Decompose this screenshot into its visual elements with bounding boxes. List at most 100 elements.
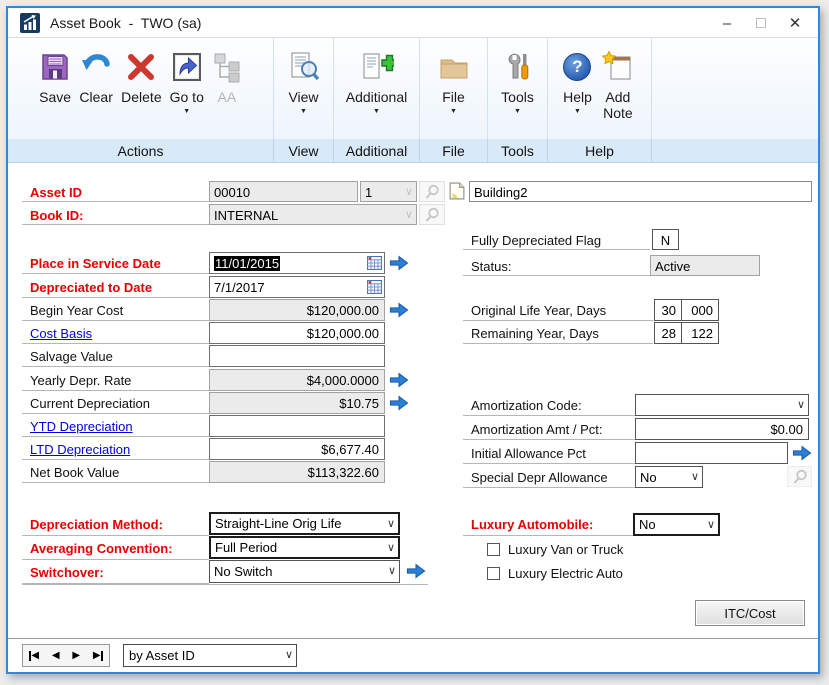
goto-button[interactable]: Go to ▼ bbox=[166, 43, 208, 139]
toolbar-group-view: View ▼ bbox=[274, 38, 334, 139]
cost-basis-field[interactable]: $120,000.00 bbox=[209, 322, 385, 344]
app-chart-icon bbox=[20, 13, 40, 33]
ytd-depreciation-link[interactable]: YTD Depreciation bbox=[30, 419, 133, 434]
help-button-label: Help bbox=[563, 89, 592, 105]
cost-basis-label[interactable]: Cost Basis bbox=[22, 322, 209, 344]
help-button[interactable]: ? Help ▼ bbox=[559, 43, 596, 139]
additional-button[interactable]: Additional ▼ bbox=[342, 43, 412, 139]
file-button[interactable]: File ▼ bbox=[433, 43, 475, 139]
begin-year-cost-arrow-button[interactable] bbox=[388, 302, 410, 321]
original-life-years-field[interactable]: 30 bbox=[654, 299, 682, 321]
asset-id-field: 00010 bbox=[209, 181, 358, 202]
group-label-tools: Tools bbox=[488, 139, 548, 162]
add-note-button[interactable]: Add Note bbox=[596, 43, 640, 139]
nav-last-button[interactable]: ▶ bbox=[93, 650, 103, 661]
luxury-van-label: Luxury Van or Truck bbox=[508, 542, 623, 557]
switchover-arrow-button[interactable] bbox=[405, 563, 427, 582]
cost-basis-link[interactable]: Cost Basis bbox=[30, 326, 92, 341]
ltd-depreciation-field[interactable]: $6,677.40 bbox=[209, 438, 385, 460]
help-question-glyph: ? bbox=[572, 57, 582, 77]
view-chevron-down-icon: ▼ bbox=[300, 107, 307, 116]
special-depr-chevron-icon[interactable]: ∨ bbox=[691, 470, 699, 483]
remaining-life-days-field[interactable]: 122 bbox=[681, 322, 719, 344]
save-button-label: Save bbox=[39, 89, 71, 105]
current-depreciation-label: Current Depreciation bbox=[22, 392, 209, 414]
fully-depreciated-flag-field: N bbox=[652, 229, 679, 250]
begin-year-cost-label: Begin Year Cost bbox=[22, 299, 209, 321]
ytd-depreciation-field[interactable] bbox=[209, 415, 385, 437]
nav-first-button[interactable]: ◀ bbox=[29, 650, 39, 661]
current-depreciation-arrow-button[interactable] bbox=[388, 395, 410, 414]
itc-cost-button[interactable]: ITC/Cost bbox=[695, 600, 805, 626]
depreciated-to-date-field[interactable]: 7/1/2017 bbox=[209, 276, 385, 298]
tools-button[interactable]: Tools ▼ bbox=[497, 43, 538, 139]
luxury-van-checkbox[interactable] bbox=[487, 543, 500, 556]
special-depr-allowance-select[interactable]: No ∨ bbox=[635, 466, 703, 488]
luxury-automobile-select[interactable]: No ∨ bbox=[633, 513, 720, 536]
place-expansion-arrow-button[interactable] bbox=[388, 255, 410, 274]
toolbar-buttons-row: Save Clear bbox=[8, 38, 818, 139]
toolbar-group-actions: Save Clear bbox=[8, 38, 274, 139]
place-in-service-field[interactable]: 11/01/2015 bbox=[209, 252, 385, 274]
special-depr-lookup-button bbox=[787, 466, 812, 487]
toolbar-group-help: ? Help ▼ Add Note bbox=[548, 38, 652, 139]
help-icon: ? bbox=[563, 45, 591, 89]
maximize-icon bbox=[756, 18, 766, 28]
averaging-convention-chevron-icon[interactable]: ∨ bbox=[387, 541, 395, 554]
initial-allowance-arrow-button[interactable] bbox=[791, 445, 813, 464]
book-lookup-magnifier-icon bbox=[424, 207, 440, 223]
luxury-electric-label: Luxury Electric Auto bbox=[508, 566, 623, 581]
salvage-value-field[interactable] bbox=[209, 345, 385, 367]
depreciated-calendar-icon[interactable] bbox=[367, 280, 382, 297]
switchover-chevron-icon[interactable]: ∨ bbox=[388, 564, 396, 577]
sort-by-select[interactable]: by Asset ID ∨ bbox=[123, 644, 297, 667]
minimize-button[interactable]: – bbox=[710, 9, 744, 37]
luxury-automobile-chevron-icon[interactable]: ∨ bbox=[707, 518, 715, 531]
window-title: Asset Book - TWO (sa) bbox=[50, 15, 201, 31]
yearly-depr-rate-arrow-button[interactable] bbox=[388, 372, 410, 391]
ytd-depreciation-label[interactable]: YTD Depreciation bbox=[22, 415, 209, 437]
original-life-days-field[interactable]: 000 bbox=[681, 299, 719, 321]
asset-suffix-field: 1 ∨ bbox=[360, 181, 417, 202]
toolbar-group-labels: Actions View Additional File Tools Help bbox=[8, 139, 818, 163]
file-button-label: File bbox=[442, 89, 465, 105]
depreciated-to-date-value[interactable]: 7/1/2017 bbox=[214, 280, 265, 295]
amortization-code-label: Amortization Code: bbox=[463, 394, 635, 416]
averaging-convention-select[interactable]: Full Period ∨ bbox=[209, 536, 400, 559]
additional-plus-icon bbox=[360, 45, 394, 89]
amortization-code-select[interactable]: ∨ bbox=[635, 394, 809, 416]
amortization-code-chevron-icon[interactable]: ∨ bbox=[797, 398, 805, 411]
delete-button[interactable]: Delete bbox=[117, 43, 165, 139]
remaining-life-years-field[interactable]: 28 bbox=[654, 322, 682, 344]
note-icon[interactable] bbox=[449, 182, 465, 203]
ltd-depreciation-label[interactable]: LTD Depreciation bbox=[22, 438, 209, 460]
view-magnifier-icon bbox=[287, 45, 321, 89]
view-button-label: View bbox=[288, 89, 318, 105]
current-depreciation-field: $10.75 bbox=[209, 392, 385, 414]
depreciated-to-date-label: Depreciated to Date bbox=[22, 276, 209, 298]
nav-previous-button[interactable]: ◀ bbox=[52, 650, 60, 661]
save-button[interactable]: Save bbox=[35, 43, 75, 139]
aa-button: AA bbox=[208, 43, 246, 139]
initial-allowance-label: Initial Allowance Pct bbox=[463, 442, 635, 464]
sort-by-chevron-icon[interactable]: ∨ bbox=[285, 648, 293, 661]
net-book-value-field: $113,322.60 bbox=[209, 461, 385, 483]
amortization-amt-field[interactable]: $0.00 bbox=[635, 418, 809, 440]
place-in-service-value[interactable]: 11/01/2015 bbox=[214, 256, 280, 271]
luxury-electric-checkbox[interactable] bbox=[487, 567, 500, 580]
yearly-depr-rate-label: Yearly Depr. Rate bbox=[22, 369, 209, 391]
clear-button[interactable]: Clear bbox=[75, 43, 117, 139]
file-chevron-down-icon: ▼ bbox=[450, 107, 457, 116]
view-button[interactable]: View ▼ bbox=[283, 43, 325, 139]
add-note-icon bbox=[601, 45, 635, 89]
ltd-depreciation-link[interactable]: LTD Depreciation bbox=[30, 442, 130, 457]
place-calendar-icon[interactable] bbox=[367, 256, 382, 273]
nav-next-button[interactable]: ▶ bbox=[72, 650, 80, 661]
initial-allowance-field[interactable] bbox=[635, 442, 788, 464]
group-label-help: Help bbox=[548, 139, 652, 162]
close-button[interactable]: ✕ bbox=[778, 9, 812, 37]
statusbar-separator-highlight bbox=[8, 639, 818, 640]
switchover-select[interactable]: No Switch ∨ bbox=[209, 560, 400, 583]
depreciation-method-chevron-icon[interactable]: ∨ bbox=[387, 517, 395, 530]
depreciation-method-select[interactable]: Straight-Line Orig Life ∨ bbox=[209, 512, 400, 535]
